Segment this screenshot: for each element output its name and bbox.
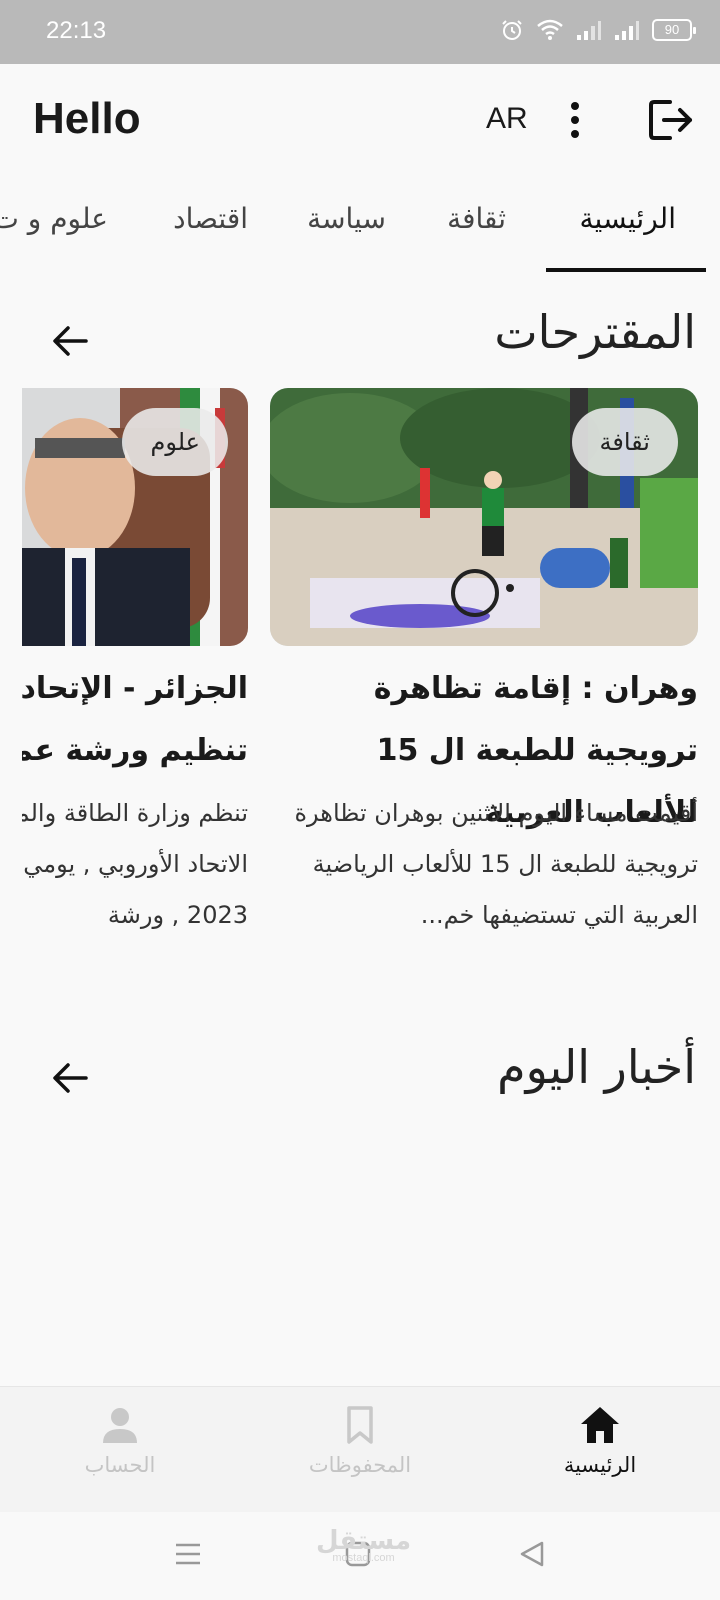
- signal-icon-2: [615, 21, 639, 40]
- news-card-clip: علوم الجزائر - الإتحاد الأوروبي : تنظيم …: [22, 0, 248, 1000]
- tab-indicator: [546, 268, 706, 272]
- category-badge: علوم: [122, 408, 228, 476]
- news-description: تنظم وزارة الطاقة والمناجم بالتعاون مع ا…: [22, 799, 248, 929]
- back-triangle-icon[interactable]: [518, 1540, 546, 1568]
- more-vert-icon[interactable]: [560, 100, 590, 140]
- news-title: الجزائر - الإتحاد الأوروبي : تنظيم ورشة …: [22, 671, 248, 768]
- arrow-left-icon[interactable]: [50, 1058, 90, 1098]
- nav-account[interactable]: الحساب: [30, 1405, 210, 1477]
- system-navigation: مستقل mostaql.com: [0, 1512, 720, 1600]
- news-image: ثقافة: [270, 388, 698, 646]
- news-image: علوم: [22, 388, 248, 646]
- status-icons: 90: [500, 18, 696, 42]
- signal-icon: [577, 21, 601, 40]
- nav-saved[interactable]: المحفوظات: [270, 1405, 450, 1477]
- suggestions-title: المقترحات: [494, 305, 696, 359]
- tab-culture[interactable]: ثقافة: [447, 202, 506, 235]
- bookmark-icon: [347, 1406, 373, 1444]
- tab-politics[interactable]: سياسة: [307, 202, 386, 235]
- menu-icon[interactable]: [174, 1540, 202, 1568]
- nav-home[interactable]: الرئيسية: [510, 1405, 690, 1477]
- watermark-logo: مستقل mostaql.com: [316, 1526, 411, 1564]
- language-toggle[interactable]: AR: [486, 102, 528, 136]
- alarm-icon: [502, 20, 522, 40]
- nav-saved-label: المحفوظات: [308, 1453, 412, 1477]
- nav-home-label: الرئيسية: [563, 1453, 637, 1477]
- home-icon: [581, 1407, 619, 1443]
- today-news-header: أخبار اليوم: [0, 1040, 720, 1110]
- today-news-title: أخبار اليوم: [497, 1040, 696, 1094]
- category-badge: ثقافة: [571, 408, 678, 476]
- nav-account-label: الحساب: [84, 1453, 156, 1477]
- tab-home[interactable]: الرئيسية: [580, 202, 676, 235]
- wifi-icon: [537, 19, 563, 40]
- bottom-navigation: الحساب المحفوظات الرئيسية: [0, 1386, 720, 1512]
- logout-icon[interactable]: [648, 98, 694, 142]
- news-description: أقيمت مساء اليوم الاثنين بوهران تظاهرة ت…: [294, 799, 698, 929]
- person-icon: [103, 1408, 137, 1443]
- battery-icon: 90: [652, 19, 696, 41]
